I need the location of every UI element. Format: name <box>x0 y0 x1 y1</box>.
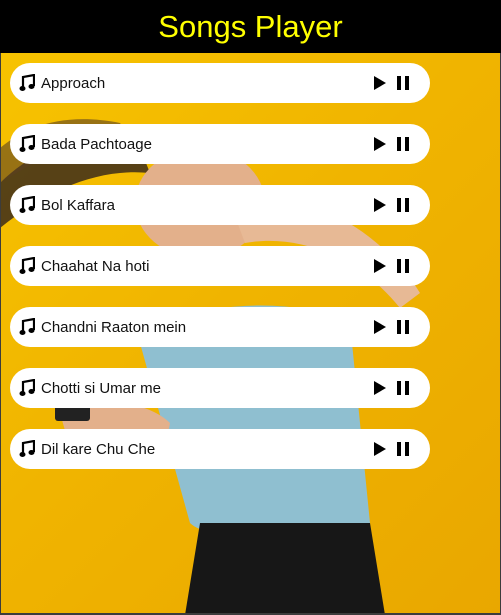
song-item[interactable]: Dil kare Chu Che <box>10 429 430 469</box>
song-title: Chandni Raaton mein <box>41 318 187 336</box>
song-controls <box>373 441 410 457</box>
play-icon[interactable] <box>373 75 387 91</box>
song-title: Chotti si Umar me <box>41 379 162 397</box>
song-controls <box>373 258 410 274</box>
song-item[interactable]: Bol Kaffara <box>10 185 430 225</box>
pause-icon[interactable] <box>396 380 410 396</box>
song-title: Approach <box>41 74 106 92</box>
song-controls <box>373 319 410 335</box>
song-title: Chaahat Na hoti <box>41 257 150 275</box>
play-icon[interactable] <box>373 380 387 396</box>
song-controls <box>373 75 410 91</box>
music-note-icon <box>19 439 36 459</box>
song-list: Approach Bada Pachtoage Bol Kaffara Chaahat… <box>10 63 430 490</box>
song-title: Dil kare Chu Che <box>41 440 156 458</box>
music-note-icon <box>19 134 36 154</box>
pause-icon[interactable] <box>396 441 410 457</box>
pause-icon[interactable] <box>396 136 410 152</box>
music-note-icon <box>19 378 36 398</box>
play-icon[interactable] <box>373 136 387 152</box>
pause-icon[interactable] <box>396 258 410 274</box>
song-item[interactable]: Chotti si Umar me <box>10 368 430 408</box>
pause-icon[interactable] <box>396 75 410 91</box>
music-note-icon <box>19 195 36 215</box>
pause-icon[interactable] <box>396 197 410 213</box>
play-icon[interactable] <box>373 197 387 213</box>
play-icon[interactable] <box>373 441 387 457</box>
song-item[interactable]: Chaahat Na hoti <box>10 246 430 286</box>
music-note-icon <box>19 317 36 337</box>
song-controls <box>373 136 410 152</box>
music-note-icon <box>19 73 36 93</box>
frame-left <box>0 53 1 615</box>
pause-icon[interactable] <box>396 319 410 335</box>
page-title: Songs Player <box>158 8 343 44</box>
song-controls <box>373 380 410 396</box>
song-item[interactable]: Chandni Raaton mein <box>10 307 430 347</box>
song-item[interactable]: Bada Pachtoage <box>10 124 430 164</box>
play-icon[interactable] <box>373 258 387 274</box>
song-title: Bol Kaffara <box>41 196 115 214</box>
music-note-icon <box>19 256 36 276</box>
song-item[interactable]: Approach <box>10 63 430 103</box>
song-title: Bada Pachtoage <box>41 135 152 153</box>
play-icon[interactable] <box>373 319 387 335</box>
song-controls <box>373 197 410 213</box>
app-header: Songs Player <box>0 0 501 53</box>
